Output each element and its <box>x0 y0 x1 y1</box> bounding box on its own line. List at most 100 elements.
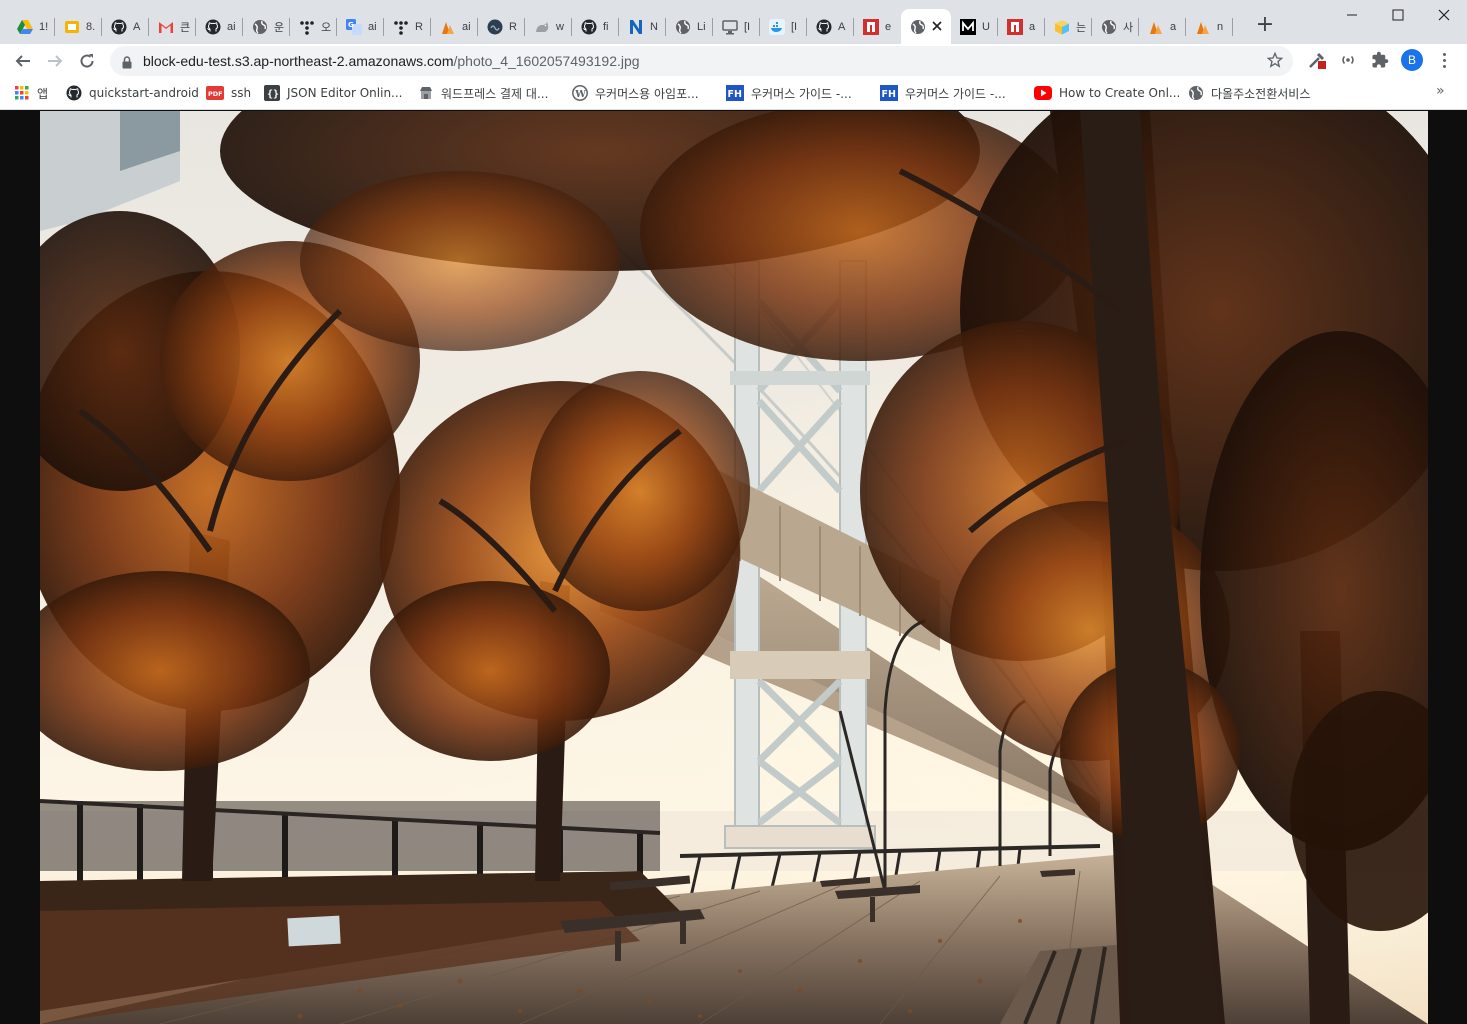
tab[interactable]: 8. <box>55 9 102 44</box>
extensions-puzzle-icon[interactable] <box>1370 50 1390 70</box>
tab[interactable]: N <box>619 9 666 44</box>
minimize-button[interactable] <box>1329 0 1375 30</box>
tab-title: 는 <box>1076 21 1087 34</box>
bookmark-label: 앱 <box>37 86 49 101</box>
gmail-icon <box>158 19 174 35</box>
profile-avatar[interactable]: B <box>1401 49 1423 71</box>
figma-dots-icon <box>393 19 409 35</box>
tab-title: 1! <box>39 20 49 33</box>
bookmark-item[interactable]: How to Create Onl... <box>1034 84 1180 102</box>
medium-m-icon <box>960 18 976 35</box>
tab[interactable]: ai <box>431 9 478 44</box>
cat-icon <box>534 19 550 35</box>
photo[interactable] <box>40 111 1428 1024</box>
tab[interactable]: a <box>998 9 1045 44</box>
bookmark-label: ssh <box>231 86 252 100</box>
new-tab-button[interactable]: + <box>1255 13 1275 37</box>
tab[interactable]: Li <box>666 9 713 44</box>
tab[interactable]: ai <box>196 9 243 44</box>
svg-text:PDF: PDF <box>208 90 223 98</box>
tab[interactable]: 운 <box>243 9 290 44</box>
tab[interactable]: 사 <box>1092 9 1139 44</box>
tab[interactable]: 는 <box>1045 9 1092 44</box>
bookmarks-overflow-button[interactable]: » <box>1436 83 1445 99</box>
tab[interactable]: fi <box>572 9 619 44</box>
tab[interactable]: R <box>384 9 431 44</box>
globe-icon <box>910 19 926 35</box>
url-path: /photo_4_1602057493192.jpg <box>453 53 640 69</box>
extension-picker-icon[interactable] <box>1307 50 1327 70</box>
dark-circle-icon <box>487 19 503 35</box>
pdf-icon: PDF <box>206 85 224 101</box>
bookmark-item[interactable]: 다올주소전환서비스 <box>1188 84 1310 102</box>
bookmark-item[interactable]: 앱 <box>14 84 48 102</box>
github-icon <box>111 19 127 35</box>
forward-button[interactable] <box>42 48 68 74</box>
tab-title: ai <box>227 20 236 33</box>
bookmark-item[interactable]: 워드프레스 결제 대... <box>418 84 548 102</box>
tab-title: fi <box>603 20 609 33</box>
tab[interactable]: a <box>1139 9 1186 44</box>
bookmark-label: JSON Editor Onlin... <box>287 86 403 100</box>
youtube-icon <box>1034 85 1052 101</box>
tab[interactable]: U <box>951 9 998 44</box>
bookmark-star-icon[interactable] <box>1266 51 1284 72</box>
tab[interactable]: [I <box>713 9 760 44</box>
tab[interactable]: R <box>478 9 525 44</box>
tab[interactable]: A <box>102 9 149 44</box>
tab[interactable]: 1! <box>8 9 55 44</box>
tab[interactable]: w <box>525 9 572 44</box>
bookmark-label: 워드프레스 결제 대... <box>441 86 549 101</box>
reload-button[interactable] <box>74 48 100 74</box>
svg-text:{}: {} <box>267 89 279 100</box>
tab-title: R <box>415 20 423 33</box>
bookmark-item[interactable]: FH 우커머스 가이드 -... <box>880 84 1006 102</box>
bookmark-item[interactable]: FH 우커머스 가이드 -... <box>726 84 852 102</box>
github-icon <box>581 19 597 35</box>
tab-title: U <box>982 20 990 33</box>
tab[interactable]: e <box>854 9 901 44</box>
url-text[interactable]: block-edu-test.s3.ap-northeast-2.amazona… <box>143 53 640 69</box>
bookmark-label: quickstart-android <box>89 86 199 100</box>
more-menu-icon[interactable] <box>1436 50 1452 70</box>
bookmarks-bar: » 앱 quickstart-android PDF ssh {} JSON Editor… <box>0 77 1467 110</box>
broadcast-extension-icon[interactable] <box>1338 50 1358 70</box>
bookmark-label: 우커머스 가이드 -... <box>751 86 852 101</box>
tab-list: 1! 8. A 큰 ai 운 오 Gai Rai Rw fi N Li [I [I Ae Ua 는 사 a n <box>8 9 1233 44</box>
maximize-button[interactable] <box>1375 0 1421 30</box>
tab-title: [I <box>791 20 798 33</box>
tab[interactable]: 오 <box>290 9 337 44</box>
address-bar[interactable]: block-edu-test.s3.ap-northeast-2.amazona… <box>110 46 1293 76</box>
reload-icon <box>80 54 94 68</box>
bookmark-label: 다올주소전환서비스 <box>1211 86 1311 101</box>
globe-icon <box>675 19 691 35</box>
google-slides-icon <box>64 19 80 35</box>
lock-icon <box>122 54 132 73</box>
tab[interactable]: A <box>807 9 854 44</box>
back-button[interactable] <box>10 48 36 74</box>
tab[interactable]: Gai <box>337 9 384 44</box>
tab-title: 8. <box>86 20 96 33</box>
tab-title: R <box>509 20 517 33</box>
url-host: block-edu-test.s3.ap-northeast-2.amazona… <box>143 53 454 69</box>
globe-icon <box>1188 85 1204 101</box>
tab[interactable]: 큰 <box>149 9 196 44</box>
red-box-icon <box>863 18 879 35</box>
fh-icon: FH <box>726 85 744 101</box>
bookmark-label: 우커머스용 아임포... <box>595 86 699 101</box>
bookmark-item[interactable]: {} JSON Editor Onlin... <box>264 84 403 102</box>
tab[interactable]: n <box>1186 9 1233 44</box>
toolbar: block-edu-test.s3.ap-northeast-2.amazona… <box>0 44 1467 77</box>
close-window-button[interactable] <box>1421 0 1467 30</box>
aws-s3-icon <box>1195 19 1211 35</box>
tab-title: a <box>1170 20 1177 33</box>
bookmark-item[interactable]: PDF ssh <box>206 84 251 102</box>
tab-active[interactable] <box>901 9 951 44</box>
tab-title: 운 <box>274 21 285 34</box>
bookmark-item[interactable]: quickstart-android <box>66 84 199 102</box>
google-drive-icon <box>17 19 33 35</box>
tab[interactable]: [I <box>760 9 807 44</box>
bookmark-item[interactable]: W 우커머스용 아임포... <box>572 84 699 102</box>
close-tab-icon[interactable] <box>932 20 944 33</box>
tab-title: 사 <box>1123 21 1134 34</box>
